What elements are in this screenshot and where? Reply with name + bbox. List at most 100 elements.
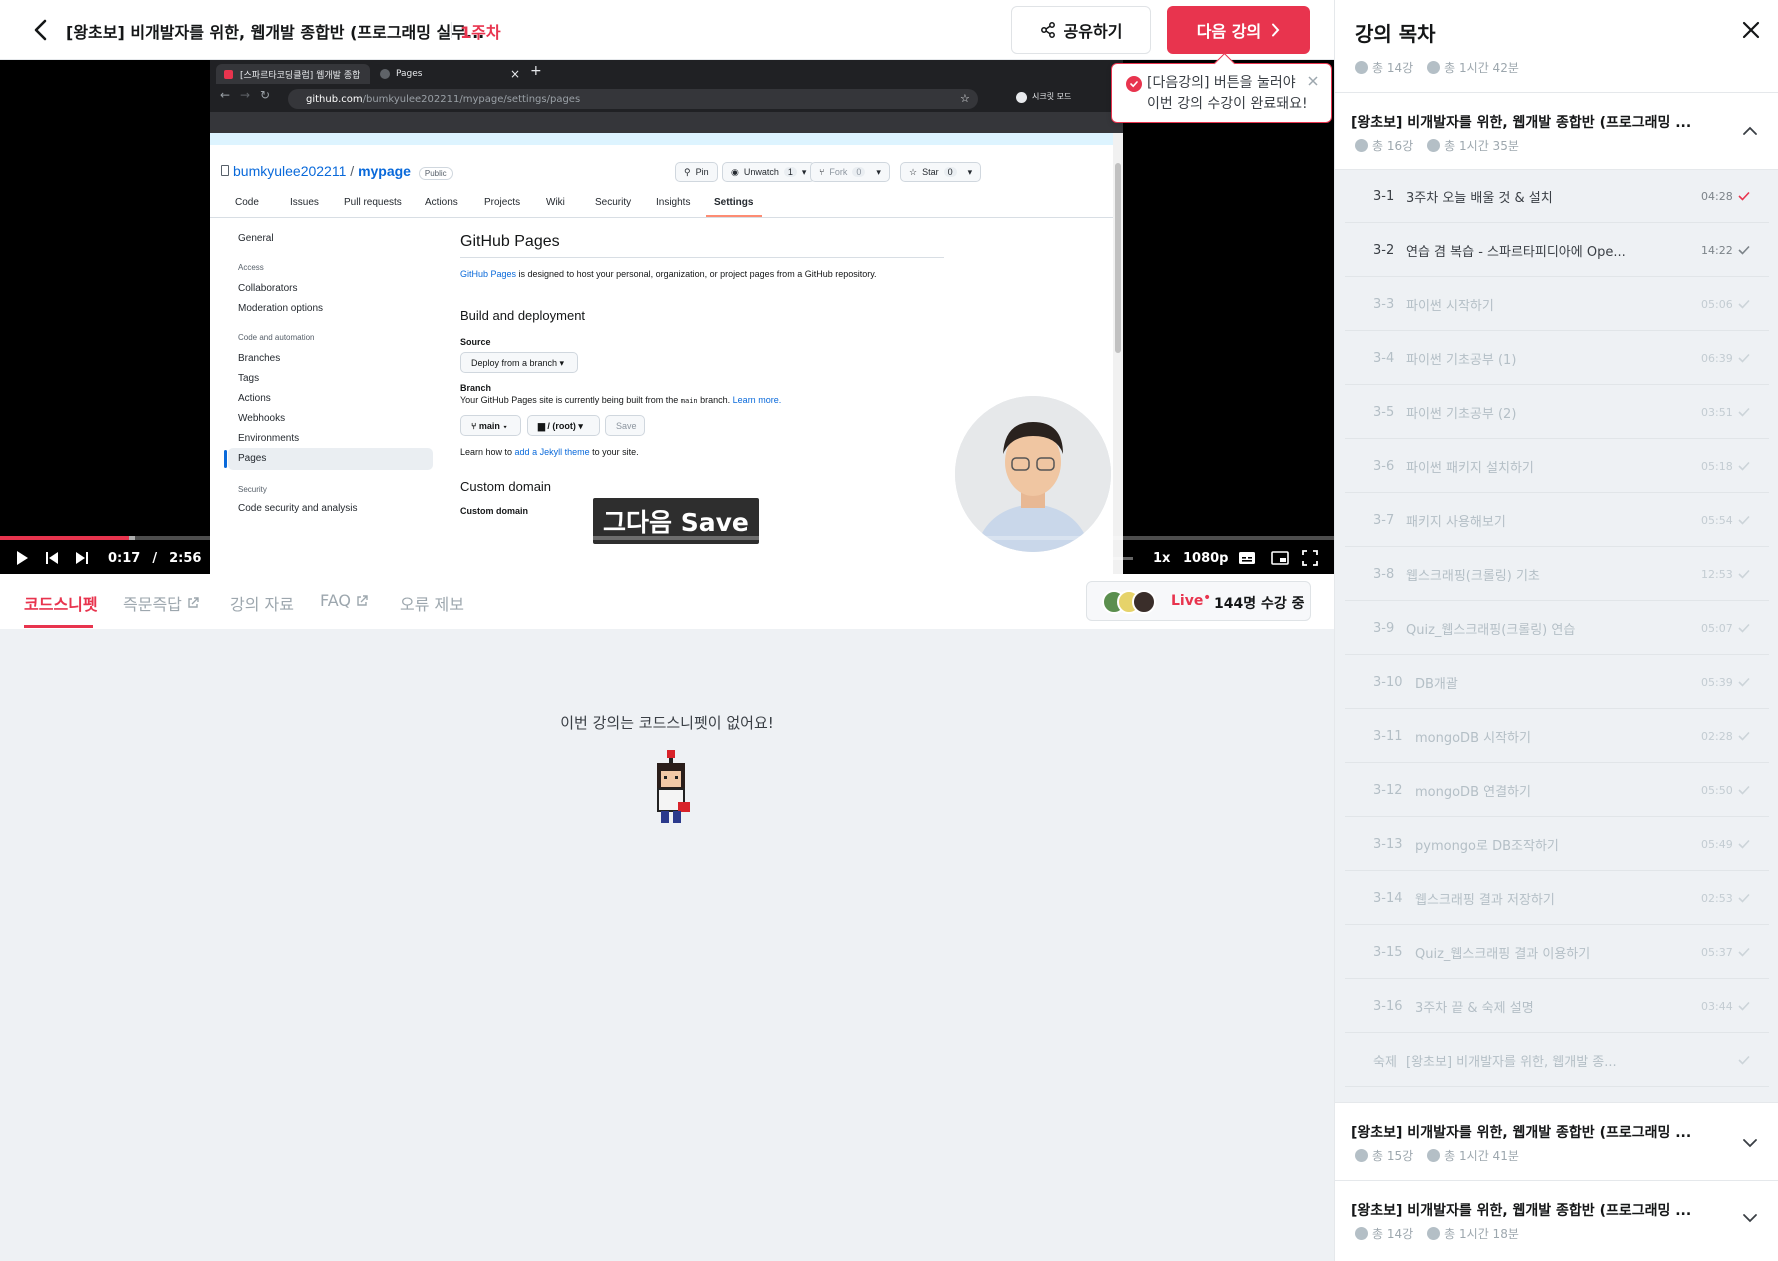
check-icon [1738,785,1750,795]
lesson-title: 3주차 오늘 배울 것 & 설치 [1406,190,1553,206]
browser-tab-label: Pages [396,69,423,79]
jekyll-line: Learn how to add a Jekyll theme to your … [460,447,639,457]
back-button[interactable] [26,16,54,44]
lesson-title: 파이썬 패키지 설치하기 [1406,460,1534,476]
lesson-item[interactable]: 숙제 [왕초보] 비개발자를 위한, 웹개발 종... [1345,1034,1769,1087]
bookmarks-bar [210,112,1123,133]
browser-tab: [스파르타코딩클럽] 웹개발 종합... [216,64,370,84]
lesson-number: 3-11 [1373,728,1403,744]
lesson-number: 3-16 [1373,998,1403,1014]
volume-slider[interactable] [1063,542,1133,574]
star-icon: ☆ [909,166,918,177]
lesson-item[interactable]: 3-11 mongoDB 시작하기 02:28 [1345,710,1769,763]
skip-previous-icon [46,552,58,564]
tab-materials[interactable]: 강의 자료 [230,591,294,615]
lesson-duration: 06:39 [1701,351,1733,365]
check-icon [1738,623,1750,633]
lesson-count: 총 14강 [1372,61,1414,75]
check-icon [1738,461,1750,471]
custom-domain-label: Custom domain [460,506,529,516]
next-button[interactable] [75,542,89,574]
lesson-number: 숙제 [1373,1054,1397,1070]
clock-icon [1427,139,1441,152]
plus-icon: + [530,63,542,79]
star-icon: ☆ [960,92,970,105]
lesson-item[interactable]: 3-8 웹스크래핑(크롤링) 기초 12:53 [1345,548,1769,601]
section-next[interactable]: [왕초보] 비개발자를 위한, 웹개발 종합반 (프로그래밍 ... 총 14강… [1335,1181,1778,1261]
lesson-item[interactable]: 3-12 mongoDB 연결하기 05:50 [1345,764,1769,817]
lesson-item[interactable]: 3-10 DB개괄 05:39 [1345,656,1769,709]
lesson-item[interactable]: 3-7 패키지 사용해보기 05:54 [1345,494,1769,547]
side-general: General [238,233,274,244]
counter: 0 [943,167,957,177]
fork-label: Fork [829,167,848,177]
repo-name: mypage [358,163,411,179]
check-icon [1738,353,1750,363]
chevron-down-icon[interactable] [1741,1134,1759,1152]
lesson-title: [왕초보] 비개발자를 위한, 웹개발 종... [1406,1054,1617,1070]
save-button: Save [605,415,645,436]
reload-icon: ↻ [260,88,271,102]
player-controls: 0:17 / 2:56 1x 1080p [0,542,1334,574]
lesson-item[interactable]: 3-16 3주차 끝 & 숙제 설명 03:44 [1345,980,1769,1033]
curriculum-sidebar: 강의 목차 총 14강 총 1시간 42분 [왕초보] 비개발자를 위한, 웹개… [1334,0,1778,1261]
lesson-duration: 03:51 [1701,405,1733,419]
share-button[interactable]: 공유하기 [1011,6,1151,54]
nav-projects: Projects [484,197,521,208]
mascot-image [657,750,690,823]
lesson-item[interactable]: 3-1 3주차 오늘 배울 것 & 설치 04:28 [1345,170,1769,223]
banner [210,133,1113,145]
next-lecture-button[interactable]: 다음 강의 [1167,6,1310,54]
chevron-up-icon[interactable] [1741,122,1759,140]
lesson-title: 연습 겸 복습 - 스파르타피디아에 Ope... [1406,244,1626,260]
check-circle-icon [1126,76,1142,92]
lesson-item[interactable]: 3-13 pymongo로 DB조작하기 05:49 [1345,818,1769,871]
check-icon [1738,569,1750,579]
lesson-count: 총 16강 [1372,139,1414,153]
tab-code-snippet[interactable]: 코드스니펫 [24,591,98,615]
pages-title: GitHub Pages [460,233,560,250]
video-player[interactable]: [스파르타코딩클럽] 웹개발 종합... Pages × + ← → ↻ git… [0,60,1334,574]
tab-instant-qa[interactable]: 즉문즉답 [123,591,199,615]
nav-settings: Settings [714,197,754,208]
lesson-duration: 04:28 [1701,189,1733,203]
incognito-icon [1016,92,1027,103]
side-actions: Actions [238,393,271,404]
tab-faq[interactable]: FAQ [320,591,368,610]
lesson-item[interactable]: 3-5 파이썬 기초공부 (2) 03:51 [1345,386,1769,439]
pip-button[interactable] [1271,542,1289,574]
close-sidebar-button[interactable] [1739,18,1763,42]
lesson-item[interactable]: 3-6 파이썬 패키지 설치하기 05:18 [1345,440,1769,493]
quality-button[interactable]: 1080p [1183,542,1229,574]
check-icon [1738,677,1750,687]
volume-button[interactable] [1040,542,1056,574]
tooltip-text: [다음강의] 버튼을 눌러야 이번 강의 수강이 완료돼요! [1147,75,1308,112]
star-label: Star [922,167,939,177]
lesson-title: 3주차 끝 & 숙제 설명 [1415,1000,1534,1016]
play-button[interactable] [15,542,29,574]
previous-button[interactable] [45,542,59,574]
eye-icon: ◉ [731,166,739,177]
check-icon [1738,407,1750,417]
tab-report-error[interactable]: 오류 제보 [400,591,464,615]
star-button: ☆ Star 0 ▾ [900,162,982,182]
speed-button[interactable]: 1x [1153,542,1170,574]
caret-down-icon: ▾ [967,166,973,177]
lesson-item[interactable]: 3-2 연습 겸 복습 - 스파르타피디아에 Ope... 14:22 [1345,224,1769,277]
week-label: 1주차 [460,23,501,42]
lesson-item[interactable]: 3-4 파이썬 기초공부 (1) 06:39 [1345,332,1769,385]
section-next[interactable]: [왕초보] 비개발자를 위한, 웹개발 종합반 (프로그래밍 ... 총 15강… [1335,1102,1778,1181]
lesson-item[interactable]: 3-14 웹스크래핑 결과 저장하기 02:53 [1345,872,1769,925]
lesson-item[interactable]: 3-3 파이썬 시작하기 05:06 [1345,278,1769,331]
fullscreen-button[interactable] [1302,542,1318,574]
lesson-item[interactable]: 3-9 Quiz_웹스크래핑(크롤링) 연습 05:07 [1345,602,1769,655]
close-icon[interactable] [1306,73,1320,87]
section-current[interactable]: [왕초보] 비개발자를 위한, 웹개발 종합반 (프로그래밍 ... 총 16강… [1335,93,1778,170]
captions-button[interactable] [1238,542,1256,574]
divider [460,257,944,258]
progress-bar[interactable] [0,536,1334,540]
section-previous[interactable]: 총 14강 총 1시간 42분 [1335,60,1778,93]
chevron-down-icon[interactable] [1741,1209,1759,1227]
lesson-item[interactable]: 3-15 Quiz_웹스크래핑 결과 이용하기 05:37 [1345,926,1769,979]
pages-description: GitHub Pages is designed to host your pe… [460,269,877,279]
